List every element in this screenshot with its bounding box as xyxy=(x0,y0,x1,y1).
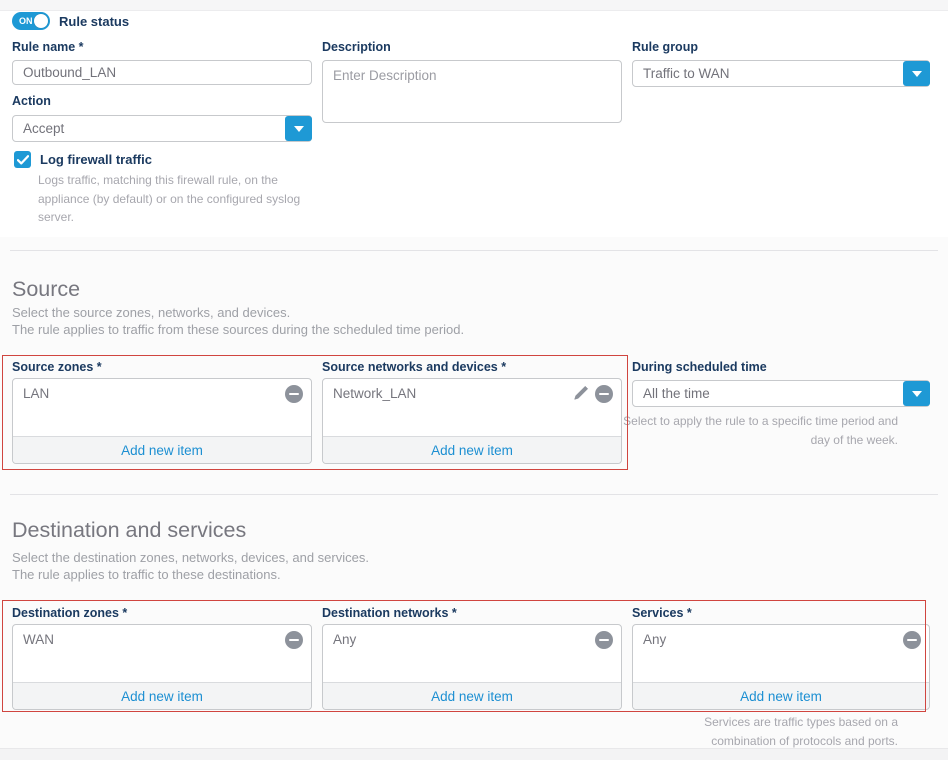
dropdown-arrow-icon xyxy=(912,391,922,397)
section-divider xyxy=(10,250,938,251)
destination-zones-footer: Add new item xyxy=(13,682,311,709)
services-listbox: Any Add new item xyxy=(632,624,930,710)
services-help: Services are traffic types based on a co… xyxy=(668,713,898,750)
destination-zones-add-button[interactable]: Add new item xyxy=(121,689,203,704)
services-footer: Add new item xyxy=(633,682,929,709)
minus-circle-icon[interactable] xyxy=(595,385,613,403)
source-networks-footer: Add new item xyxy=(323,436,621,463)
firewall-rule-editor: ON Rule status Rule name * Description R… xyxy=(0,0,948,760)
source-desc-2: The rule applies to traffic from these s… xyxy=(12,322,464,337)
destination-networks-add-button[interactable]: Add new item xyxy=(431,689,513,704)
list-item: Any xyxy=(323,625,621,654)
list-item: Network_LAN xyxy=(323,379,621,408)
minus-circle-icon[interactable] xyxy=(595,631,613,649)
rule-name-label: Rule name * xyxy=(12,40,84,54)
source-networks-add-button[interactable]: Add new item xyxy=(431,443,513,458)
dropdown-arrow-icon xyxy=(294,126,304,132)
log-traffic-help: Logs traffic, matching this firewall rul… xyxy=(38,171,322,227)
destination-networks-footer: Add new item xyxy=(323,682,621,709)
list-item-label: Any xyxy=(333,632,356,647)
source-zones-footer: Add new item xyxy=(13,436,311,463)
destination-zones-listbox: WAN Add new item xyxy=(12,624,312,710)
list-item-label: Network_LAN xyxy=(333,386,416,401)
schedule-select[interactable]: All the time xyxy=(632,380,930,407)
list-item-label: LAN xyxy=(23,386,49,401)
source-desc-1: Select the source zones, networks, and d… xyxy=(12,305,290,320)
section-divider xyxy=(10,494,938,495)
log-traffic-row: Log firewall traffic xyxy=(14,151,152,168)
description-label: Description xyxy=(322,40,391,54)
source-zones-add-button[interactable]: Add new item xyxy=(121,443,203,458)
destination-networks-listbox: Any Add new item xyxy=(322,624,622,710)
toggle-knob xyxy=(34,14,48,28)
services-label: Services * xyxy=(632,606,692,620)
rule-group-value: Traffic to WAN xyxy=(633,66,730,81)
schedule-label: During scheduled time xyxy=(632,360,767,374)
toggle-on-label: ON xyxy=(19,16,33,26)
destination-heading: Destination and services xyxy=(12,518,246,543)
check-icon xyxy=(17,155,29,165)
destination-desc-2: The rule applies to traffic to these des… xyxy=(12,567,281,582)
destination-networks-label: Destination networks * xyxy=(322,606,457,620)
rule-status-label: Rule status xyxy=(59,14,129,29)
action-value: Accept xyxy=(13,121,64,136)
action-dropdown-button[interactable] xyxy=(285,116,312,141)
minus-circle-icon[interactable] xyxy=(285,631,303,649)
rule-group-dropdown-button[interactable] xyxy=(903,61,930,86)
list-item-label: Any xyxy=(643,632,666,647)
log-traffic-checkbox[interactable] xyxy=(14,151,31,168)
top-strip xyxy=(0,0,948,11)
list-item: WAN xyxy=(13,625,311,654)
source-networks-label: Source networks and devices * xyxy=(322,360,506,374)
action-select[interactable]: Accept xyxy=(12,115,312,142)
list-item-label: WAN xyxy=(23,632,54,647)
minus-circle-icon[interactable] xyxy=(285,385,303,403)
source-networks-listbox: Network_LAN Add new item xyxy=(322,378,622,464)
minus-circle-icon[interactable] xyxy=(903,631,921,649)
destination-zones-label: Destination zones * xyxy=(12,606,127,620)
pencil-icon[interactable] xyxy=(572,385,589,402)
source-zones-label: Source zones * xyxy=(12,360,102,374)
schedule-value: All the time xyxy=(633,386,710,401)
rule-group-label: Rule group xyxy=(632,40,698,54)
description-input[interactable] xyxy=(322,60,622,123)
source-heading: Source xyxy=(12,277,80,302)
rule-name-input[interactable] xyxy=(12,60,312,85)
log-traffic-label: Log firewall traffic xyxy=(40,152,152,167)
dropdown-arrow-icon xyxy=(912,71,922,77)
services-add-button[interactable]: Add new item xyxy=(740,689,822,704)
source-zones-listbox: LAN Add new item xyxy=(12,378,312,464)
rule-group-select[interactable]: Traffic to WAN xyxy=(632,60,930,87)
action-label: Action xyxy=(12,94,51,108)
list-item: LAN xyxy=(13,379,311,408)
rule-status-row: ON Rule status xyxy=(12,12,129,30)
schedule-help: Select to apply the rule to a specific t… xyxy=(620,412,898,449)
rule-status-toggle[interactable]: ON xyxy=(12,12,50,30)
list-item: Any xyxy=(633,625,929,654)
destination-desc-1: Select the destination zones, networks, … xyxy=(12,550,369,565)
schedule-dropdown-button[interactable] xyxy=(903,381,930,406)
